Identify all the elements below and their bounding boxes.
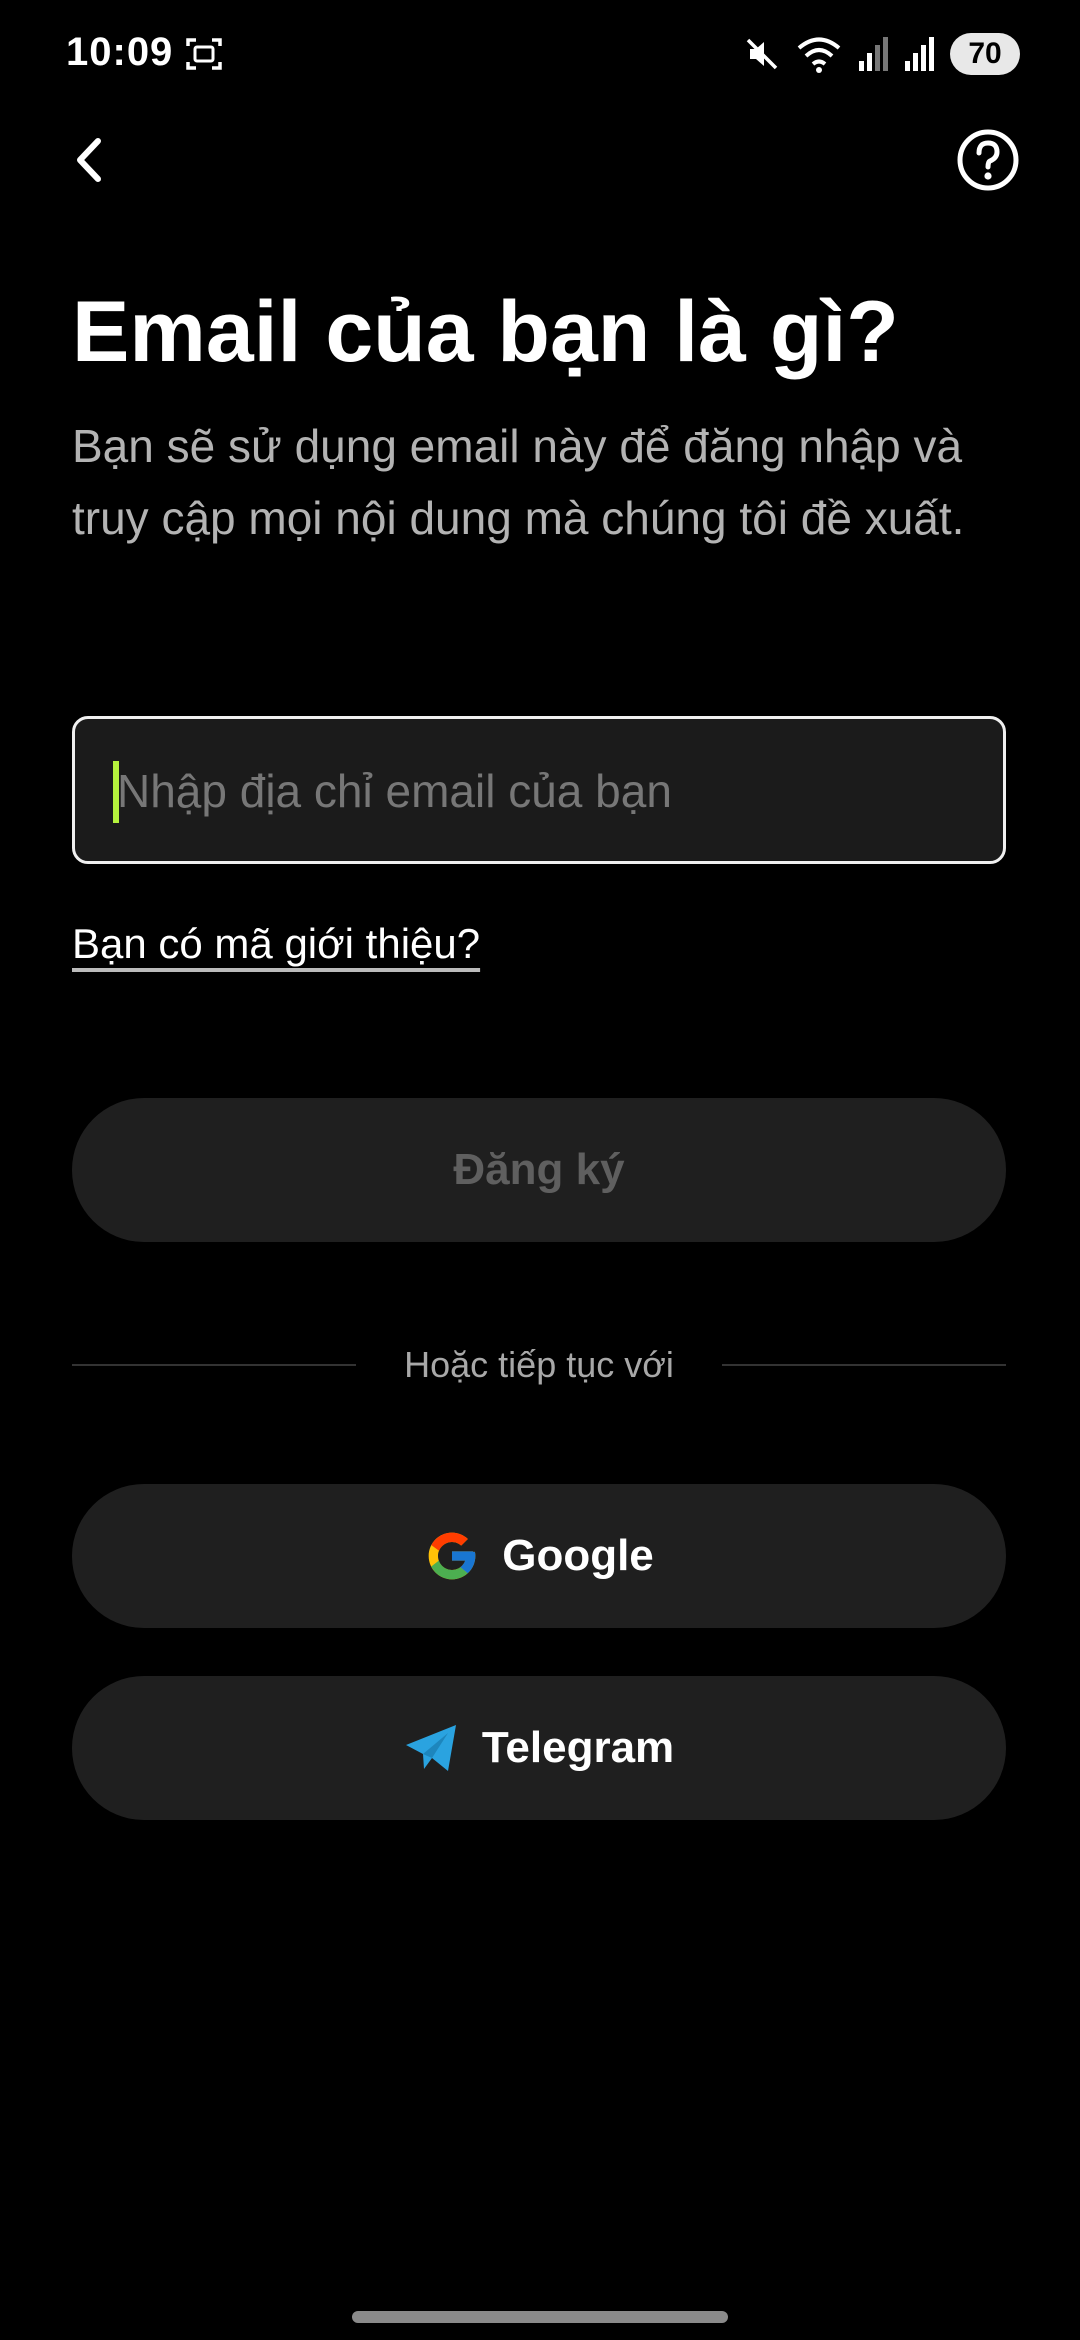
register-button[interactable]: Đăng ký — [72, 1098, 1006, 1242]
battery-icon: 70 — [950, 33, 1020, 75]
signal-icon — [859, 37, 888, 71]
google-button[interactable]: Google — [72, 1484, 1006, 1628]
screen-record-icon — [186, 38, 222, 70]
wifi-icon — [797, 37, 841, 73]
google-icon — [428, 1532, 476, 1580]
mute-icon — [746, 38, 778, 70]
referral-code-link[interactable]: Bạn có mã giới thiệu? — [72, 920, 480, 968]
telegram-button-label: Telegram — [481, 1723, 675, 1772]
status-bar: 10:09 70 — [0, 0, 1080, 110]
status-icons: 70 — [744, 30, 1020, 78]
divider-line-right — [721, 1364, 1006, 1366]
help-button[interactable] — [948, 120, 1028, 200]
signal-icon — [905, 37, 934, 71]
page-subtitle: Bạn sẽ sử dụng email này để đăng nhập và… — [72, 420, 965, 544]
email-input[interactable] — [115, 719, 979, 863]
question-circle-icon — [957, 129, 1019, 191]
battery-level: 70 — [968, 37, 1002, 70]
google-button-label: Google — [502, 1531, 654, 1580]
page-title: Email của bạn là gì? — [72, 284, 899, 380]
or-divider: Hoặc tiếp tục với — [72, 1340, 1006, 1390]
divider-line-left — [72, 1364, 357, 1366]
status-time: 10:09 — [66, 30, 174, 74]
home-indicator[interactable] — [352, 2311, 728, 2323]
back-button[interactable] — [50, 120, 130, 200]
email-field[interactable] — [72, 716, 1006, 864]
chevron-left-icon — [77, 138, 101, 182]
register-button-label: Đăng ký — [453, 1145, 625, 1194]
telegram-icon — [405, 1725, 456, 1771]
telegram-button[interactable]: Telegram — [72, 1676, 1006, 1820]
divider-text: Hoặc tiếp tục với — [404, 1344, 674, 1385]
